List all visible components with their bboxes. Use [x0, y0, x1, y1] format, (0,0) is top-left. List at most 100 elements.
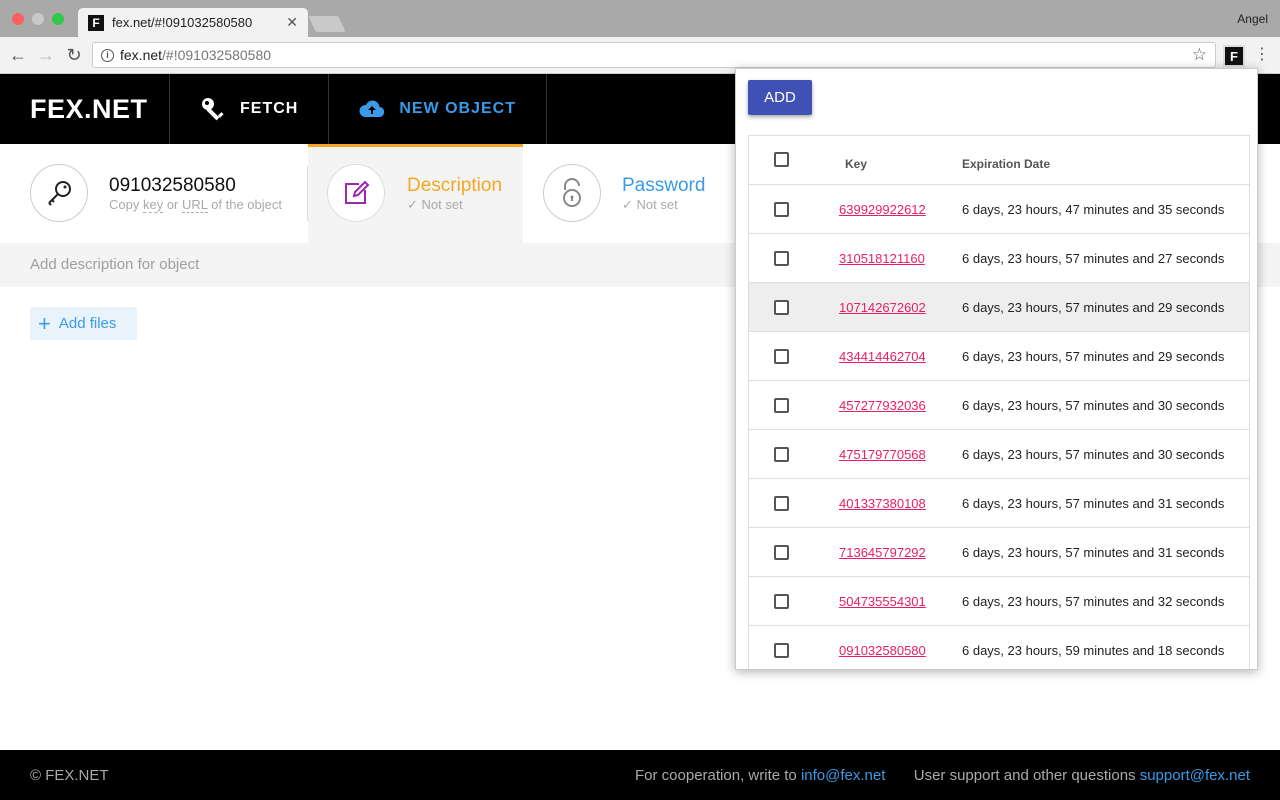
- address-bar[interactable]: i fex.net/#!091032580580 ☆: [92, 42, 1216, 68]
- row-key-link[interactable]: 107142672602: [839, 300, 926, 315]
- table-row[interactable]: 434414462704 6 days, 23 hours, 57 minutes…: [749, 332, 1249, 381]
- row-expiration: 6 days, 23 hours, 57 minutes and 27 seco…: [962, 251, 1225, 266]
- browser-menu-icon[interactable]: ⋮: [1254, 44, 1270, 64]
- coop-email-link[interactable]: info@fex.net: [801, 767, 885, 784]
- nav-fetch[interactable]: FETCH: [170, 74, 330, 144]
- key-hint-suffix: of the object: [207, 197, 282, 212]
- table-row[interactable]: 401337380108 6 days, 23 hours, 57 minutes…: [749, 479, 1249, 528]
- row-checkbox[interactable]: [774, 594, 789, 609]
- bookmark-star-icon[interactable]: ☆: [1192, 45, 1207, 65]
- back-arrow-icon[interactable]: ←: [8, 45, 28, 65]
- row-key-link[interactable]: 310518121160: [839, 251, 925, 266]
- row-checkbox[interactable]: [774, 349, 789, 364]
- row-expiration: 6 days, 23 hours, 57 minutes and 31 seco…: [962, 545, 1225, 560]
- row-checkbox[interactable]: [774, 447, 789, 462]
- column-header-key[interactable]: Key: [845, 157, 867, 171]
- key-outline-icon: [48, 181, 71, 206]
- key-hint-url: URL: [182, 197, 208, 213]
- row-expiration: 6 days, 23 hours, 47 minutes and 35 seco…: [962, 202, 1225, 217]
- row-checkbox[interactable]: [774, 643, 789, 658]
- table-header: Key Expiration Date: [749, 136, 1249, 185]
- site-info-icon[interactable]: i: [101, 48, 114, 62]
- row-key-link[interactable]: 504735554301: [839, 594, 926, 609]
- row-key-link[interactable]: 091032580580: [839, 643, 926, 658]
- plus-icon: +: [38, 310, 51, 336]
- row-key-link[interactable]: 713645797292: [839, 545, 926, 560]
- footer-contacts: For cooperation, write to info@fex.net U…: [635, 767, 1250, 784]
- copyright: © FEX.NET: [30, 766, 109, 784]
- table-row[interactable]: 457277932036 6 days, 23 hours, 57 minutes…: [749, 381, 1249, 430]
- url-text: fex.net/#!091032580580: [120, 47, 271, 63]
- object-key: 091032580580: [109, 175, 236, 196]
- row-key-link[interactable]: 434414462704: [839, 349, 926, 364]
- extension-popup: ADD Key Expiration Date 639929922612 6 da…: [735, 68, 1258, 670]
- description-status-text: Not set: [421, 197, 463, 212]
- nav-new-object[interactable]: NEW OBJECT: [329, 74, 547, 144]
- close-window-button[interactable]: [12, 13, 24, 25]
- column-header-expiration[interactable]: Expiration Date: [962, 157, 1050, 171]
- password-circle: [543, 164, 601, 222]
- row-key-link[interactable]: 639929922612: [839, 202, 926, 217]
- key-hint: Copy key or URL of the object: [109, 197, 282, 213]
- add-button[interactable]: ADD: [748, 80, 812, 115]
- reload-icon[interactable]: ↻: [64, 45, 84, 65]
- table-row[interactable]: 107142672602 6 days, 23 hours, 57 minutes…: [749, 283, 1249, 332]
- row-expiration: 6 days, 23 hours, 57 minutes and 30 seco…: [962, 447, 1225, 462]
- browser-titlebar: F fex.net/#!091032580580 ✕ Angel: [0, 0, 1280, 37]
- fex-logo[interactable]: FEX.NET: [0, 74, 170, 144]
- row-checkbox[interactable]: [774, 398, 789, 413]
- add-files-label: Add files: [58, 315, 117, 332]
- cloud-upload-icon: [359, 100, 385, 118]
- coop-text: For cooperation, write to: [635, 766, 801, 784]
- url-path: /#!091032580580: [162, 47, 272, 63]
- row-expiration: 6 days, 23 hours, 59 minutes and 18 seco…: [962, 643, 1225, 658]
- maximize-window-button[interactable]: [52, 13, 64, 25]
- row-checkbox[interactable]: [774, 251, 789, 266]
- table-row[interactable]: 504735554301 6 days, 23 hours, 57 minutes…: [749, 577, 1249, 626]
- close-tab-icon[interactable]: ✕: [286, 14, 298, 31]
- key-hint-mid: or: [163, 197, 182, 212]
- check-icon: ✓: [622, 197, 637, 212]
- new-tab-button[interactable]: [308, 16, 346, 32]
- fex-extension-icon[interactable]: F: [1223, 45, 1245, 67]
- browser-tab[interactable]: F fex.net/#!091032580580 ✕: [78, 8, 308, 37]
- table-row[interactable]: 310518121160 6 days, 23 hours, 57 minutes…: [749, 234, 1249, 283]
- nav-new-object-label: NEW OBJECT: [399, 100, 516, 117]
- nav-fetch-label: FETCH: [240, 100, 299, 117]
- table-row[interactable]: 639929922612 6 days, 23 hours, 47 minutes…: [749, 185, 1249, 234]
- key-circle: [30, 164, 88, 222]
- row-expiration: 6 days, 23 hours, 57 minutes and 29 seco…: [962, 300, 1225, 315]
- minimize-window-button[interactable]: [32, 13, 44, 25]
- password-status: ✓ Not set: [622, 197, 678, 213]
- select-all-checkbox[interactable]: [774, 152, 789, 167]
- profile-name[interactable]: Angel: [1237, 12, 1268, 26]
- row-checkbox[interactable]: [774, 545, 789, 560]
- row-expiration: 6 days, 23 hours, 57 minutes and 32 seco…: [962, 594, 1225, 609]
- password-field[interactable]: Password ✓ Not set: [543, 144, 733, 243]
- forward-arrow-icon[interactable]: →: [36, 45, 56, 65]
- row-expiration: 6 days, 23 hours, 57 minutes and 30 seco…: [962, 398, 1225, 413]
- key-icon: [202, 98, 224, 121]
- row-checkbox[interactable]: [774, 496, 789, 511]
- unlock-icon: [563, 178, 581, 207]
- row-key-link[interactable]: 401337380108: [839, 496, 926, 511]
- check-icon: ✓: [407, 197, 422, 212]
- table-row[interactable]: 475179770568 6 days, 23 hours, 57 minutes…: [749, 430, 1249, 479]
- key-field[interactable]: 091032580580 Copy key or URL of the obje…: [30, 144, 308, 243]
- row-key-link[interactable]: 475179770568: [839, 447, 926, 462]
- footer: © FEX.NET For cooperation, write to info…: [0, 750, 1280, 800]
- description-status: ✓ Not set: [407, 197, 463, 213]
- support-email-link[interactable]: support@fex.net: [1140, 767, 1250, 784]
- support-text: User support and other questions: [913, 766, 1140, 784]
- table-row[interactable]: 713645797292 6 days, 23 hours, 57 minutes…: [749, 528, 1249, 577]
- description-field[interactable]: Description ✓ Not set: [308, 144, 523, 243]
- row-key-link[interactable]: 457277932036: [839, 398, 926, 413]
- fex-favicon-icon: F: [88, 14, 104, 31]
- row-checkbox[interactable]: [774, 202, 789, 217]
- add-files-button[interactable]: + Add files: [30, 307, 137, 340]
- key-hint-prefix: Copy: [109, 197, 143, 212]
- row-checkbox[interactable]: [774, 300, 789, 315]
- table-row[interactable]: 091032580580 6 days, 23 hours, 59 minutes…: [749, 626, 1249, 669]
- keys-table: Key Expiration Date 639929922612 6 days, …: [748, 135, 1250, 669]
- description-circle: [327, 164, 385, 222]
